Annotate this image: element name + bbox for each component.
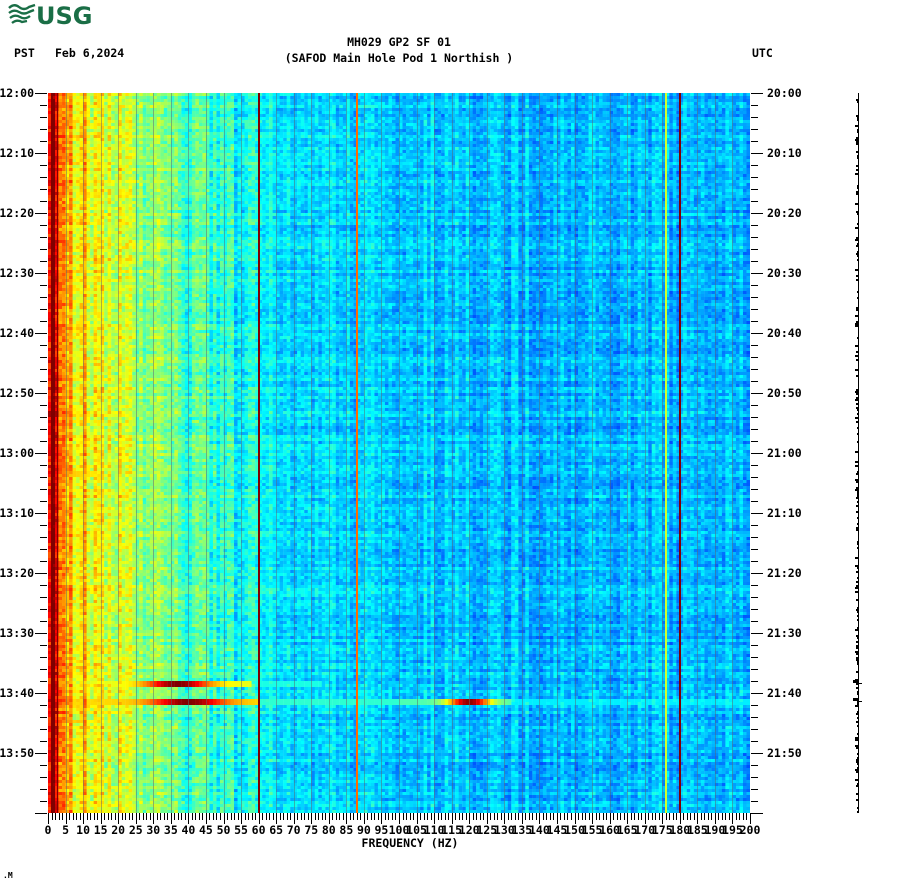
left-axis-label: 13:50 — [0, 746, 34, 760]
left-axis-label: 13:40 — [0, 686, 34, 700]
left-axis-label: 13:10 — [0, 506, 34, 520]
right-axis-label: 20:20 — [767, 206, 802, 220]
frequency-axis-title: FREQUENCY (HZ) — [361, 836, 459, 850]
right-axis-label: 21:50 — [767, 746, 802, 760]
frequency-axis-label: 120 — [458, 823, 480, 837]
usgs-logo-text: USGS — [36, 2, 94, 28]
frequency-axis-label: 160 — [599, 823, 620, 837]
frequency-axis-label: 5 — [62, 823, 70, 837]
left-axis-label: 13:30 — [0, 626, 34, 640]
left-axis-label: 12:20 — [0, 206, 34, 220]
right-axis-label: 21:40 — [767, 686, 802, 700]
frequency-axis-label: 60 — [251, 823, 266, 837]
left-axis-label: 12:00 — [0, 86, 34, 100]
spectrogram-canvas — [48, 93, 750, 813]
frequency-axis-label: 100 — [388, 823, 410, 837]
frequency-axis-label: 135 — [511, 823, 533, 837]
frequency-axis-label: 155 — [581, 823, 603, 837]
frequency-axis-label: 65 — [269, 823, 284, 837]
frequency-axis-label: 200 — [739, 823, 761, 837]
right-axis-label: 20:50 — [767, 386, 802, 400]
right-axis-label: 21:30 — [767, 626, 802, 640]
frequency-axis-label: 140 — [529, 823, 550, 837]
frequency-axis-label: 145 — [546, 823, 568, 837]
left-axis-label: 12:30 — [0, 266, 34, 280]
frequency-axis-label: 170 — [634, 823, 656, 837]
left-axis-label: 12:10 — [0, 146, 34, 160]
frequency-axis-label: 180 — [669, 823, 691, 837]
frequency-axis-label: 125 — [476, 823, 498, 837]
frequency-axis-label: 70 — [286, 823, 301, 837]
corner-watermark: .M — [3, 871, 13, 880]
right-axis-label: 21:20 — [767, 566, 802, 580]
left-axis-label: 13:00 — [0, 446, 34, 460]
right-axis-label: 20:00 — [767, 86, 802, 100]
frequency-axis-label: 115 — [441, 823, 463, 837]
left-time-axis-labels: 12:00 12:10 12:20 12:30 12:40 12:50 13:00 13:10… — [0, 0, 34, 892]
frequency-axis-label: 20 — [111, 823, 126, 837]
date-label: Feb 6,2024 — [55, 46, 125, 60]
frequency-axis-label: 55 — [234, 823, 248, 837]
frequency-axis-label: 25 — [128, 823, 143, 837]
frequency-axis-label: 75 — [304, 823, 319, 837]
frequency-axis-label: 175 — [651, 823, 673, 837]
frequency-axis-label: 130 — [493, 823, 515, 837]
frequency-axis-label: 45 — [199, 823, 213, 837]
frequency-axis-label: 50 — [216, 823, 231, 837]
right-axis-label: 21:00 — [767, 446, 802, 460]
frequency-axis-label: 185 — [686, 823, 708, 837]
frequency-axis-label: 35 — [163, 823, 178, 837]
frequency-axis-label: 85 — [339, 823, 354, 837]
plot-subtitle: (SAFOD Main Hole Pod 1 Northish ) — [284, 51, 514, 65]
frequency-axis-label: 0 — [44, 823, 52, 837]
frequency-axis-label: 165 — [616, 823, 638, 837]
frequency-axis-label: 15 — [93, 823, 108, 837]
frequency-axis-label: 105 — [406, 823, 427, 837]
right-time-axis-labels: 20:00 20:10 20:20 20:30 20:40 20:50 21:00 21:10… — [767, 0, 827, 892]
seismic-trace-canvas — [846, 93, 862, 813]
frequency-axis-label: 80 — [321, 823, 336, 837]
left-axis-label: 13:20 — [0, 566, 34, 580]
frequency-axis-label: 90 — [356, 823, 371, 837]
frequency-axis-label: 150 — [564, 823, 585, 837]
frequency-axis-label: 95 — [374, 823, 389, 837]
frequency-axis-label: 10 — [76, 823, 91, 837]
left-axis-label: 12:50 — [0, 386, 34, 400]
frequency-axis-label: 195 — [722, 823, 743, 837]
right-axis-label: 21:10 — [767, 506, 802, 520]
frequency-axis-label: 110 — [423, 823, 445, 837]
right-axis-label: 20:10 — [767, 146, 802, 160]
right-axis-label: 20:40 — [767, 326, 802, 340]
right-axis-label: 20:30 — [767, 266, 802, 280]
frequency-axis-label: 190 — [704, 823, 726, 837]
frequency-axis-label: 40 — [181, 823, 196, 837]
left-axis-label: 12:40 — [0, 326, 34, 340]
frequency-axis-label: 30 — [146, 823, 161, 837]
